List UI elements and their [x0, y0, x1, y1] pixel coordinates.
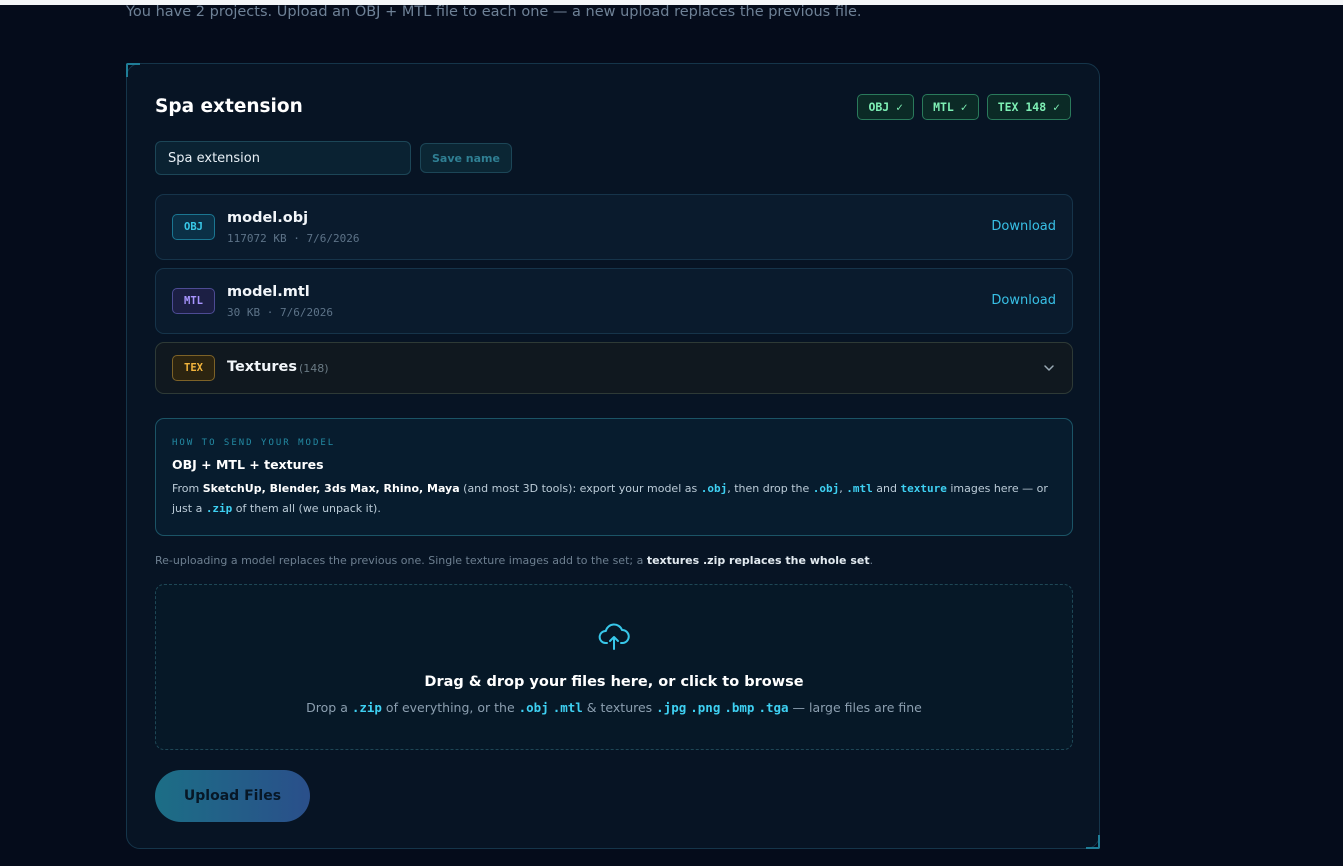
download-mtl-link[interactable]: Download [991, 293, 1056, 308]
cloud-upload-icon [598, 623, 630, 650]
obj-file-name: model.obj [227, 210, 309, 226]
replace-note-bold: textures .zip replaces the whole set [646, 554, 870, 567]
code-obj-2: .obj [812, 482, 840, 495]
upload-files-button[interactable]: Upload Files [155, 770, 310, 822]
obj-file-meta: 117072 KB · 7/6/2026 [227, 232, 360, 245]
mtl-file-meta: 30 KB · 7/6/2026 [227, 306, 333, 319]
ext-bmp: .bmp [724, 700, 755, 715]
drop-zone-hint: Drop a .zip of everything, or the .obj .… [306, 700, 922, 715]
ext-obj: .obj [518, 700, 549, 715]
save-name-button[interactable]: Save name [420, 143, 512, 173]
textures-accordion[interactable]: TEX Textures (148) [155, 342, 1073, 394]
corner-accent-bottom-right [1086, 835, 1100, 849]
project-name-input[interactable] [155, 141, 411, 175]
code-texture: texture [900, 482, 947, 495]
corner-accent-top-left [126, 63, 140, 77]
textures-count: (148) [299, 362, 329, 375]
project-card: Spa extension OBJ ✓ MTL ✓ TEX 148 ✓ Save… [126, 63, 1100, 849]
code-zip: .zip [205, 502, 233, 515]
info-body: From SketchUp, Blender, 3ds Max, Rhino, … [172, 482, 1048, 515]
drop-zone-title: Drag & drop your files here, or click to… [424, 674, 804, 690]
info-title: OBJ + MTL + textures [172, 457, 324, 472]
ext-mtl: .mtl [552, 700, 583, 715]
ext-zip: .zip [351, 700, 382, 715]
ext-png: .png [690, 700, 721, 715]
replace-note: Re-uploading a model replaces the previo… [155, 554, 874, 567]
obj-file-tag: OBJ [172, 214, 215, 240]
file-drop-zone[interactable]: Drag & drop your files here, or click to… [155, 584, 1073, 750]
tex-status-badge: TEX 148 ✓ [986, 94, 1071, 120]
chevron-down-icon[interactable] [1042, 361, 1056, 375]
status-badges: OBJ ✓ MTL ✓ TEX 148 ✓ [857, 94, 1071, 120]
ext-tga: .tga [758, 700, 789, 715]
obj-status-badge: OBJ ✓ [857, 94, 915, 120]
how-to-send-panel: HOW TO SEND YOUR MODEL OBJ + MTL + textu… [155, 418, 1073, 536]
file-row-mtl: MTL model.mtl 30 KB · 7/6/2026 Download [155, 268, 1073, 334]
download-obj-link[interactable]: Download [991, 219, 1056, 234]
info-kicker: HOW TO SEND YOUR MODEL [172, 438, 336, 448]
mtl-file-tag: MTL [172, 288, 215, 314]
projects-summary: You have 2 projects. Upload an OBJ + MTL… [126, 4, 862, 20]
tex-file-tag: TEX [172, 355, 215, 381]
code-obj: .obj [700, 482, 728, 495]
mtl-file-name: model.mtl [227, 284, 310, 300]
project-title: Spa extension [155, 96, 303, 117]
mtl-status-badge: MTL ✓ [922, 94, 979, 120]
file-row-obj: OBJ model.obj 117072 KB · 7/6/2026 Downl… [155, 194, 1073, 260]
code-mtl: .mtl [846, 482, 873, 495]
textures-label: Textures [227, 359, 298, 375]
ext-jpg: .jpg [656, 700, 687, 715]
supported-tools: SketchUp, Blender, 3ds Max, Rhino, Maya [202, 482, 460, 495]
